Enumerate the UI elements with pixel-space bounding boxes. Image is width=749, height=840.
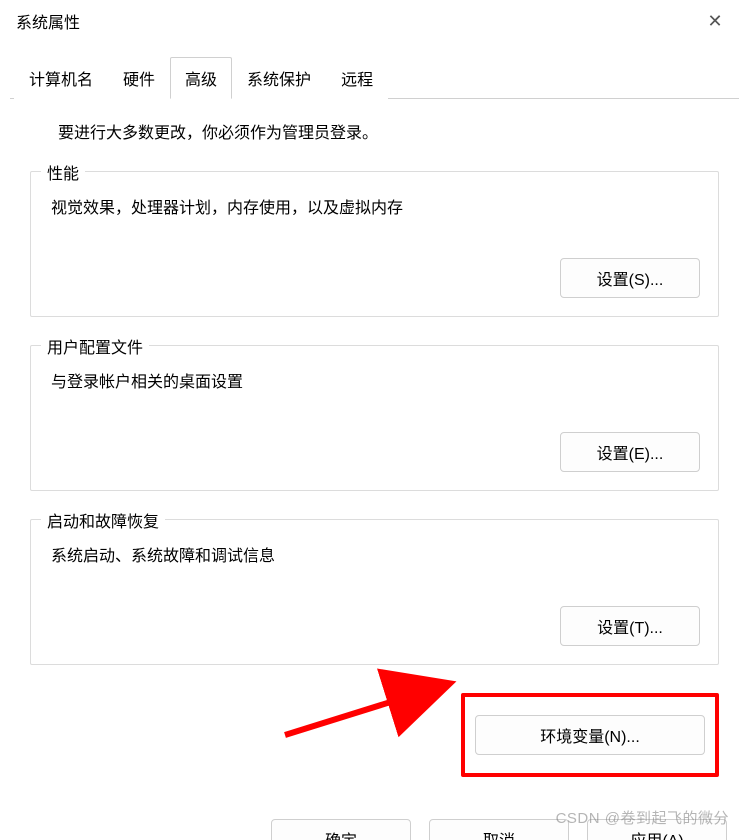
user-profiles-group: 用户配置文件 与登录帐户相关的桌面设置 设置(E)...	[30, 345, 719, 491]
env-variables-row: 环境变量(N)...	[10, 693, 739, 797]
tab-system-protection[interactable]: 系统保护	[232, 57, 326, 99]
performance-group: 性能 视觉效果，处理器计划，内存使用，以及虚拟内存 设置(S)...	[30, 171, 719, 317]
performance-button-row: 设置(S)...	[49, 258, 700, 298]
user-profiles-desc: 与登录帐户相关的桌面设置	[51, 368, 700, 392]
startup-recovery-group: 启动和故障恢复 系统启动、系统故障和调试信息 设置(T)...	[30, 519, 719, 665]
cancel-button[interactable]: 取消	[429, 819, 569, 840]
startup-recovery-legend: 启动和故障恢复	[41, 508, 165, 532]
content-area: 计算机名 硬件 高级 系统保护 远程 要进行大多数更改，你必须作为管理员登录。 …	[0, 56, 749, 797]
dialog-footer-buttons: 确定 取消 应用(A)	[0, 797, 749, 840]
apply-button[interactable]: 应用(A)	[587, 819, 727, 840]
titlebar: 系统属性 ✕	[0, 0, 749, 42]
performance-legend: 性能	[41, 160, 85, 184]
tab-strip: 计算机名 硬件 高级 系统保护 远程	[10, 56, 739, 99]
performance-settings-button[interactable]: 设置(S)...	[560, 258, 700, 298]
window-title: 系统属性	[16, 9, 80, 33]
tab-hardware[interactable]: 硬件	[108, 57, 170, 99]
user-profiles-settings-button[interactable]: 设置(E)...	[560, 432, 700, 472]
close-button[interactable]: ✕	[693, 7, 737, 35]
advanced-panel: 要进行大多数更改，你必须作为管理员登录。 性能 视觉效果，处理器计划，内存使用，…	[10, 99, 739, 665]
startup-recovery-settings-button[interactable]: 设置(T)...	[560, 606, 700, 646]
startup-recovery-button-row: 设置(T)...	[49, 606, 700, 646]
user-profiles-legend: 用户配置文件	[41, 334, 149, 358]
system-properties-dialog: 系统属性 ✕ 计算机名 硬件 高级 系统保护 远程 要进行大多数更改，你必须作为…	[0, 0, 749, 840]
admin-notice: 要进行大多数更改，你必须作为管理员登录。	[58, 119, 719, 143]
close-icon: ✕	[707, 11, 722, 32]
tab-advanced[interactable]: 高级	[170, 57, 232, 99]
env-variables-highlight: 环境变量(N)...	[461, 693, 719, 777]
performance-desc: 视觉效果，处理器计划，内存使用，以及虚拟内存	[51, 194, 700, 218]
user-profiles-button-row: 设置(E)...	[49, 432, 700, 472]
tab-remote[interactable]: 远程	[326, 57, 388, 99]
ok-button[interactable]: 确定	[271, 819, 411, 840]
startup-recovery-desc: 系统启动、系统故障和调试信息	[51, 542, 700, 566]
environment-variables-button[interactable]: 环境变量(N)...	[475, 715, 705, 755]
tab-computer-name[interactable]: 计算机名	[14, 57, 108, 99]
